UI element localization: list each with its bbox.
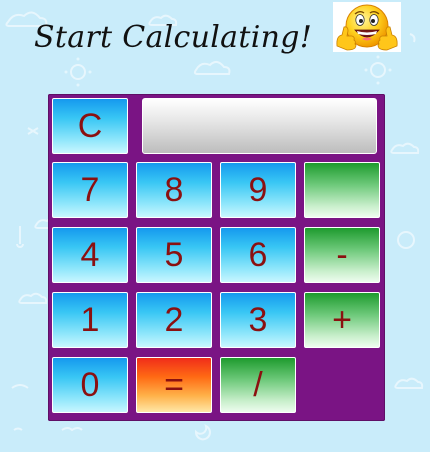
page-title: Start Calculating! — [34, 20, 313, 55]
digit-0-button[interactable]: 0 — [52, 357, 128, 413]
digit-3-button[interactable]: 3 — [220, 292, 296, 348]
equals-button[interactable]: = — [136, 357, 212, 413]
divide-button[interactable]: / — [220, 357, 296, 413]
thumbs-up-smiley-icon — [333, 2, 401, 52]
plus-button[interactable]: + — [304, 292, 380, 348]
digit-6-button[interactable]: 6 — [220, 227, 296, 283]
digit-1-button[interactable]: 1 — [52, 292, 128, 348]
digit-9-button[interactable]: 9 — [220, 162, 296, 218]
digit-4-button[interactable]: 4 — [52, 227, 128, 283]
blank-operator-button[interactable] — [304, 162, 380, 218]
calculator-display — [142, 98, 377, 154]
calculator-frame: C 7 8 9 4 5 6 - 1 2 3 + 0 = / — [48, 94, 385, 421]
digit-7-button[interactable]: 7 — [52, 162, 128, 218]
digit-2-button[interactable]: 2 — [136, 292, 212, 348]
digit-8-button[interactable]: 8 — [136, 162, 212, 218]
digit-5-button[interactable]: 5 — [136, 227, 212, 283]
minus-button[interactable]: - — [304, 227, 380, 283]
clear-button[interactable]: C — [52, 98, 128, 154]
